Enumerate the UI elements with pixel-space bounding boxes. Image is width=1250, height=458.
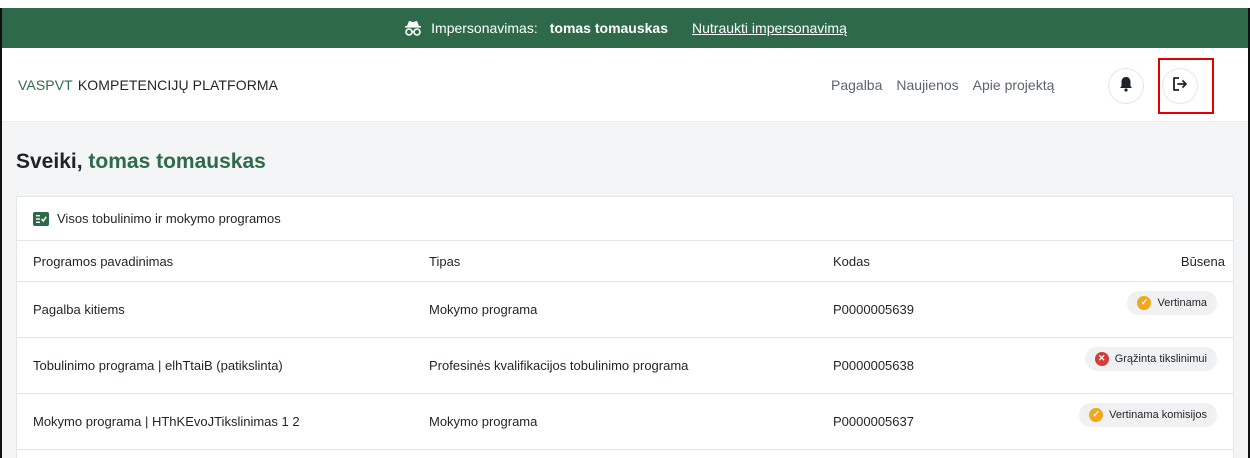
impersonation-label: Impersonavimas: (431, 20, 538, 36)
check-icon: ✓ (1137, 295, 1152, 310)
stop-impersonation-link[interactable]: Nutraukti impersonavimą (692, 20, 847, 36)
status-label: Vertinama komisijos (1109, 408, 1207, 421)
greeting-user-name: tomas tomauskas (88, 150, 266, 173)
brand-prefix: VASPVT (18, 76, 73, 93)
card-title: Visos tobulinimo ir mokymo programos (57, 211, 281, 226)
card-header: Visos tobulinimo ir mokymo programos (17, 197, 1233, 241)
program-type: Profesinės kvalifikacijos tobulinimo pro… (429, 358, 689, 373)
status-cell: ✓ Vertinama (1063, 290, 1233, 315)
status-label: Grąžinta tikslinimui (1114, 352, 1207, 365)
status-label: Vertinama (1157, 296, 1207, 309)
program-code: P0000005638 (833, 358, 914, 373)
programs-card: Visos tobulinimo ir mokymo programos Pro… (16, 196, 1234, 458)
notifications-button[interactable] (1108, 68, 1144, 104)
brand-name: KOMPETENCIJŲ PLATFORMA (77, 76, 279, 93)
check-icon: ✓ (1089, 407, 1104, 422)
bell-icon (1119, 76, 1133, 97)
column-header-type[interactable]: Tipas (429, 254, 833, 269)
highlight-box (1158, 58, 1214, 114)
app-header: VASPVT KOMPETENCIJŲ PLATFORMA Pagalba Nau… (2, 48, 1248, 122)
impersonated-user: tomas tomauskas (549, 20, 669, 36)
program-name: Tobulinimo programa | elhTtaiB (patiksli… (33, 358, 283, 373)
table-row[interactable]: Tobulinimo programa | elhTtaiB (patiksli… (17, 338, 1233, 394)
program-type: Mokymo programa (429, 414, 538, 429)
status-cell: ✓ Vertinama komisijos (1063, 402, 1233, 427)
program-name: Mokymo programa | HThKEvoJTikslinimas 1 … (33, 414, 300, 429)
program-name: Pagalba kitiems (33, 302, 125, 317)
checklist-icon (33, 211, 49, 226)
spy-icon (403, 19, 423, 37)
top-strip (0, 0, 1250, 8)
status-badge: ✓ Vertinama (1127, 290, 1217, 315)
impersonation-bar: Impersonavimas: tomas tomauskas Nutraukt… (2, 8, 1248, 48)
program-code: P0000005639 (833, 302, 914, 317)
nav-link-news[interactable]: Naujienos (896, 77, 958, 93)
column-header-name[interactable]: Programos pavadinimas (17, 254, 429, 269)
main-nav: Pagalba Naujienos Apie projektą (831, 48, 1054, 122)
nav-link-help[interactable]: Pagalba (831, 77, 882, 93)
page-title: Sveiki, tomas tomauskas (16, 150, 266, 174)
brand-logo[interactable]: VASPVT KOMPETENCIJŲ PLATFORMA (18, 77, 278, 93)
status-badge: ✕ Grąžinta tikslinimui (1084, 346, 1217, 371)
column-header-code[interactable]: Kodas (833, 254, 1063, 269)
nav-link-about[interactable]: Apie projektą (973, 77, 1055, 93)
column-header-status[interactable]: Būsena (1063, 254, 1233, 269)
greeting-prefix: Sveiki, (16, 150, 83, 173)
status-badge: ✓ Vertinama komisijos (1079, 402, 1217, 427)
table-row[interactable]: Mokymo programa | HThKEvoJTikslinimas 1 … (17, 394, 1233, 450)
status-cell: ✕ Grąžinta tikslinimui (1063, 346, 1233, 371)
table-header: Programos pavadinimas Tipas Kodas Būsena (17, 241, 1233, 282)
program-code: P0000005637 (833, 414, 914, 429)
program-type: Mokymo programa (429, 302, 538, 317)
main-content: Sveiki, tomas tomauskas Visos tobulinimo… (2, 122, 1248, 458)
x-circle-icon: ✕ (1094, 351, 1109, 366)
table-row[interactable]: Pagalba kitiems Mokymo programa P0000005… (17, 282, 1233, 338)
